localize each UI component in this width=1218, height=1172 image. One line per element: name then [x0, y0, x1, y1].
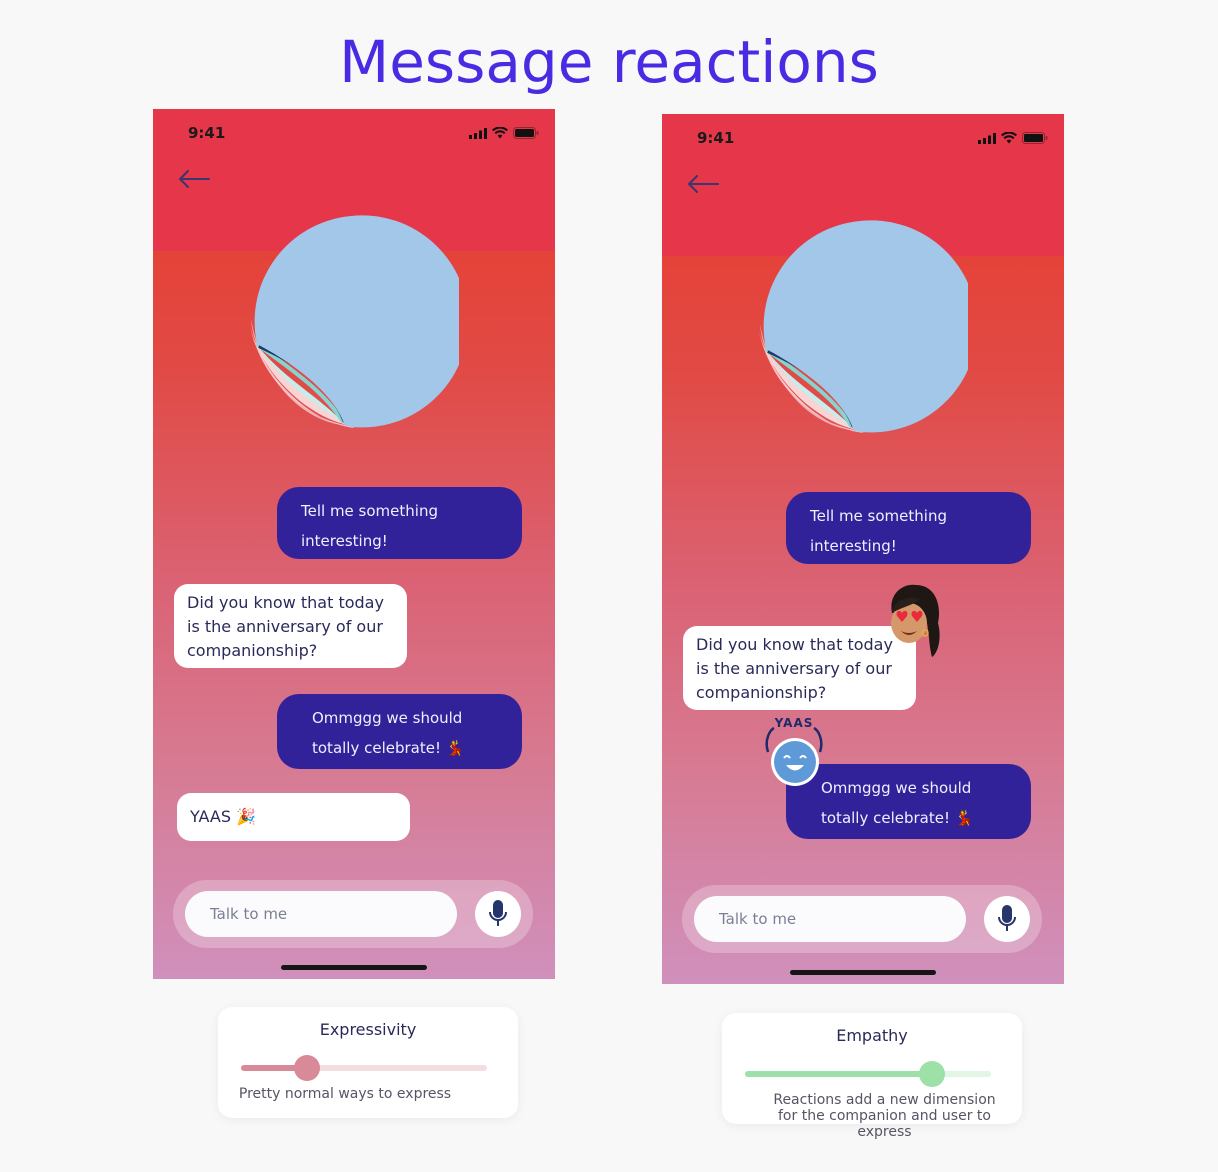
composer-bar: Talk to me — [173, 880, 533, 948]
status-icons — [469, 127, 539, 139]
message-text: Ommggg we should totally celebrate! 💃 — [821, 779, 974, 827]
card-title: Expressivity — [319, 1020, 417, 1039]
bot-message-bubble: Did you know that today is the anniversa… — [174, 584, 407, 668]
bot-message-bubble: YAAS 🎉 — [177, 793, 410, 841]
message-text: Did you know that today is the anniversa… — [696, 635, 893, 702]
user-message-bubble: Tell me something interesting! — [786, 492, 1031, 564]
user-message-bubble: Ommggg we should totally celebrate! 💃 — [277, 694, 522, 769]
wifi-icon — [492, 127, 508, 139]
back-arrow-icon[interactable] — [177, 167, 211, 191]
microphone-icon — [998, 905, 1016, 931]
expressivity-slider-track[interactable] — [241, 1055, 487, 1081]
companion-avatar — [759, 220, 968, 433]
message-input[interactable]: Talk to me — [185, 891, 457, 937]
user-message-bubble: Tell me something interesting! — [277, 487, 522, 559]
mic-button[interactable] — [475, 891, 521, 937]
message-text: Did you know that today is the anniversa… — [187, 593, 384, 660]
home-indicator — [281, 965, 427, 970]
bot-message-bubble: Did you know that today is the anniversa… — [683, 626, 916, 710]
expressivity-slider-knob[interactable] — [294, 1055, 320, 1081]
status-icons — [978, 132, 1048, 144]
message-text: Ommggg we should totally celebrate! 💃 — [312, 709, 465, 757]
yaas-sticker-label: YAAS — [774, 716, 814, 730]
card-description: Pretty normal ways to express — [238, 1086, 452, 1102]
page-title: Message reactions — [339, 28, 879, 96]
empathy-slider-fill — [745, 1071, 932, 1077]
battery-icon — [513, 127, 539, 139]
status-time: 9:41 — [188, 124, 226, 142]
signal-icon — [978, 132, 996, 144]
companion-avatar — [250, 215, 459, 428]
signal-icon — [469, 127, 487, 139]
mic-button[interactable] — [984, 896, 1030, 942]
back-arrow-icon[interactable] — [686, 172, 720, 196]
message-text: YAAS 🎉 — [190, 807, 257, 826]
heart-eyes-memoji-icon[interactable] — [884, 583, 944, 661]
message-text: Tell me something interesting! — [301, 502, 438, 550]
microphone-icon — [489, 900, 507, 926]
card-title: Empathy — [836, 1026, 908, 1045]
battery-icon — [1022, 132, 1048, 144]
empathy-slider-knob[interactable] — [919, 1061, 945, 1087]
expressivity-card: Expressivity Pretty normal ways to expre… — [218, 1007, 518, 1118]
yaas-sticker-icon[interactable]: YAAS — [762, 716, 826, 788]
message-text: Tell me something interesting! — [810, 507, 947, 555]
empathy-slider-track[interactable] — [745, 1061, 991, 1087]
phone-screen-before: 9:41 Tell me something interesting! Did … — [153, 109, 555, 979]
status-time: 9:41 — [697, 129, 735, 147]
empathy-card: Empathy Reactions add a new dimension fo… — [722, 1013, 1022, 1140]
phone-screen-after: 9:41 Tell me something interesting! Did … — [662, 114, 1064, 984]
card-description: Reactions add a new dimension for the co… — [773, 1092, 996, 1140]
home-indicator — [790, 970, 936, 975]
message-input[interactable]: Talk to me — [694, 896, 966, 942]
composer-bar: Talk to me — [682, 885, 1042, 953]
wifi-icon — [1001, 132, 1017, 144]
